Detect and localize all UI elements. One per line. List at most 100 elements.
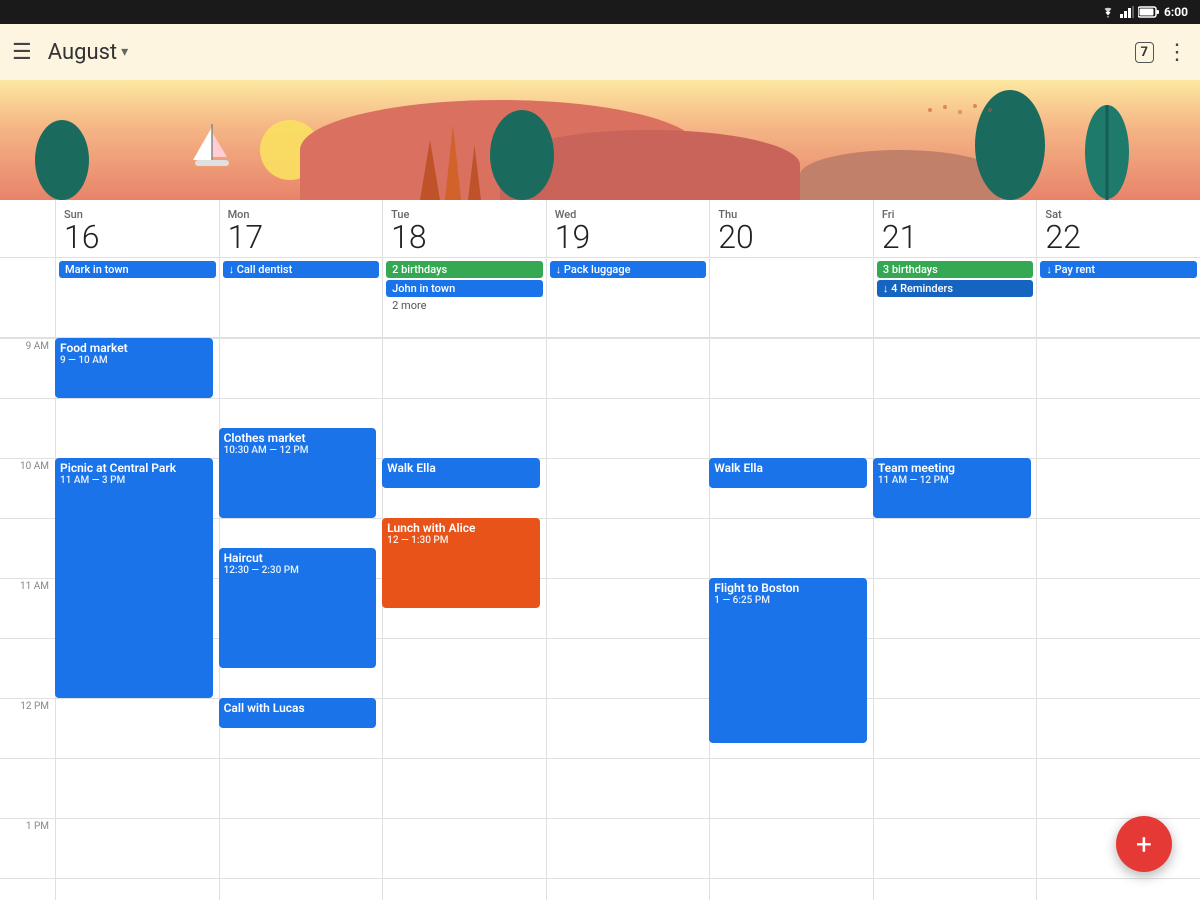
event-pack-luggage[interactable]: ↓ Pack luggage [550, 261, 707, 278]
event-mark-in-town[interactable]: Mark in town [59, 261, 216, 278]
timed-event-call-with-lucas[interactable]: Call with Lucas [219, 698, 377, 728]
time-grid[interactable]: 9 AM 10 AM [0, 338, 1200, 900]
teal-plant [1085, 105, 1130, 200]
allday-cell-mon: ↓ Call dentist [219, 258, 383, 337]
timed-event-flight-to-boston[interactable]: Flight to Boston1 — 6:25 PM [709, 578, 867, 743]
grid-cell-wed-130 [546, 878, 710, 900]
grid-cell-tue-130 [382, 878, 546, 900]
timed-event-lunch-with-alice[interactable]: Lunch with Alice12 — 1:30 PM [382, 518, 540, 608]
allday-cell-thu [709, 258, 873, 337]
grid-cell-sun-12 [55, 698, 219, 758]
timed-event-walk-ella[interactable]: Walk Ella [709, 458, 867, 488]
time-label-1030 [0, 518, 55, 578]
grid-cell-tue-1 [382, 818, 546, 878]
grid-cell-wed-10 [546, 458, 710, 518]
grid-cell-wed-1230 [546, 758, 710, 818]
grid-cell-wed-12 [546, 698, 710, 758]
timed-event-clothes-market[interactable]: Clothes market10:30 AM — 12 PM [219, 428, 377, 518]
signal-icon [1120, 6, 1134, 18]
teal-tree-2 [490, 110, 555, 200]
pine-tree-3 [468, 145, 481, 200]
grid-cell-sat-12 [1036, 698, 1200, 758]
event-more-tue[interactable]: 2 more [386, 299, 543, 312]
grid-cell-sat-1230 [1036, 758, 1200, 818]
grid-cell-sun-930 [55, 398, 219, 458]
more-options-icon[interactable]: ⋮ [1166, 40, 1188, 65]
month-dropdown-arrow: ▾ [121, 44, 128, 60]
time-label-930 [0, 398, 55, 458]
grid-cell-tue-1230 [382, 758, 546, 818]
time-label-130 [0, 878, 55, 900]
calendar-today-button[interactable]: 7 [1135, 42, 1154, 63]
time-label-1pm: 1 PM [0, 818, 55, 878]
time-label-1230 [0, 758, 55, 818]
time-gutter-header [0, 200, 55, 257]
grid-cell-sat-1130 [1036, 638, 1200, 698]
day-header-sat: Sat 22 [1036, 200, 1200, 257]
grid-cell-mon-9 [219, 338, 383, 398]
allday-cell-wed: ↓ Pack luggage [546, 258, 710, 337]
event-4-reminders[interactable]: ↓ 4 Reminders [877, 280, 1034, 297]
timed-event-food-market[interactable]: Food market9 — 10 AM [55, 338, 213, 398]
grid-cell-sun-130 [55, 878, 219, 900]
grid-cell-fri-1130 [873, 638, 1037, 698]
menu-icon[interactable]: ☰ [12, 40, 32, 65]
status-time: 6:00 [1164, 5, 1188, 19]
day-header-fri: Fri 21 [873, 200, 1037, 257]
grid-cell-sat-930 [1036, 398, 1200, 458]
add-event-fab[interactable]: + [1116, 816, 1172, 872]
day-header-sun: Sun 16 [55, 200, 219, 257]
day-header-tue: Tue 18 [382, 200, 546, 257]
grid-cell-tue-1130 [382, 638, 546, 698]
grid-cell-fri-12 [873, 698, 1037, 758]
timed-event-haircut[interactable]: Haircut12:30 — 2:30 PM [219, 548, 377, 668]
time-label-12pm: 12 PM [0, 698, 55, 758]
grid-cell-fri-9 [873, 338, 1037, 398]
sailboat-illustration [185, 122, 240, 172]
day-header-mon: Mon 17 [219, 200, 383, 257]
status-bar: 6:00 [0, 0, 1200, 24]
grid-cell-thu-1 [709, 818, 873, 878]
grid-cell-tue-9 [382, 338, 546, 398]
event-2-birthdays[interactable]: 2 birthdays [386, 261, 543, 278]
grid-cell-thu-9 [709, 338, 873, 398]
month-label: August [48, 40, 117, 65]
grid-cell-sat-11 [1036, 578, 1200, 638]
day-header-thu: Thu 20 [709, 200, 873, 257]
top-bar-right: 7 ⋮ [1135, 40, 1188, 65]
grid-cell-wed-930 [546, 398, 710, 458]
allday-row: Mark in town ↓ Call dentist 2 birthdays … [0, 258, 1200, 338]
timed-event-walk-ella[interactable]: Walk Ella [382, 458, 540, 488]
event-3-birthdays[interactable]: 3 birthdays [877, 261, 1034, 278]
birds-decoration [920, 100, 1000, 120]
day-headers-row: Sun 16 Mon 17 Tue 18 Wed 19 Thu 20 Fri 2… [0, 200, 1200, 258]
time-label-10am: 10 AM [0, 458, 55, 518]
event-john-in-town[interactable]: John in town [386, 280, 543, 297]
grid-cell-sat-9 [1036, 338, 1200, 398]
battery-icon [1138, 6, 1160, 18]
calendar-grid: Sun 16 Mon 17 Tue 18 Wed 19 Thu 20 Fri 2… [0, 200, 1200, 900]
grid-cell-sun-1230 [55, 758, 219, 818]
time-label-1130 [0, 638, 55, 698]
time-label-9am: 9 AM [0, 338, 55, 398]
grid-cell-wed-1130 [546, 638, 710, 698]
grid-cell-thu-1230 [709, 758, 873, 818]
month-selector[interactable]: August ▾ [48, 40, 128, 65]
allday-cell-sun: Mark in town [55, 258, 219, 337]
grid-cell-fri-1 [873, 818, 1037, 878]
grid-cell-thu-930 [709, 398, 873, 458]
timed-event-team-meeting[interactable]: Team meeting11 AM — 12 PM [873, 458, 1031, 518]
allday-gutter [0, 258, 55, 337]
grid-cell-tue-930 [382, 398, 546, 458]
grid-cell-sat-130 [1036, 878, 1200, 900]
top-bar: ☰ August ▾ 7 ⋮ [0, 24, 1200, 80]
pine-tree-1 [420, 140, 440, 200]
event-call-dentist[interactable]: ↓ Call dentist [223, 261, 380, 278]
teal-tree-1 [35, 120, 90, 200]
grid-cell-wed-11 [546, 578, 710, 638]
status-icons: 6:00 [1100, 5, 1188, 19]
grid-cell-tue-12 [382, 698, 546, 758]
event-pay-rent[interactable]: ↓ Pay rent [1040, 261, 1197, 278]
grid-cell-mon-130 [219, 878, 383, 900]
timed-event-picnic-at-central-park[interactable]: Picnic at Central Park11 AM — 3 PM [55, 458, 213, 698]
